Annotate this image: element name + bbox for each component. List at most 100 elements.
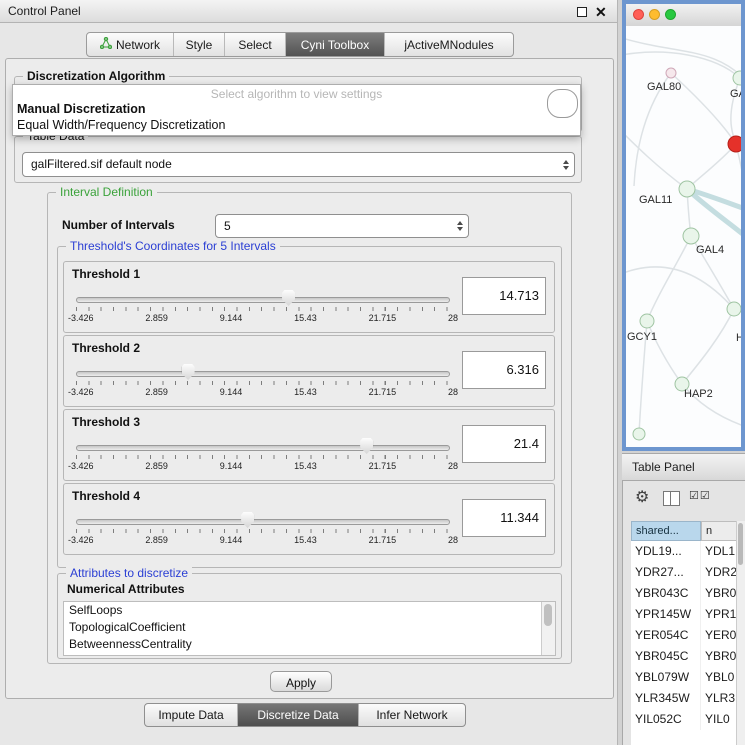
scale-label: 21.715 bbox=[369, 387, 397, 397]
slider-track[interactable] bbox=[76, 297, 450, 303]
slider-track[interactable] bbox=[76, 519, 450, 525]
table-row[interactable]: YER054CYER0 bbox=[631, 625, 745, 646]
network-node[interactable] bbox=[727, 302, 741, 316]
columns-icon[interactable] bbox=[663, 491, 680, 506]
tab-discretize-data[interactable]: Discretize Data bbox=[237, 704, 358, 726]
cell[interactable]: YDL19... bbox=[631, 541, 701, 562]
network-node[interactable] bbox=[640, 314, 654, 328]
tab-cyni-toolbox[interactable]: Cyni Toolbox bbox=[285, 33, 384, 56]
tab-select-label: Select bbox=[238, 38, 271, 52]
cell[interactable]: YBR045C bbox=[631, 646, 701, 667]
screen: Control Panel ✕ Network Style Select Cyn… bbox=[0, 0, 745, 745]
cell[interactable]: YPR145W bbox=[631, 604, 701, 625]
checkbox-icon[interactable]: ☑☑ bbox=[689, 489, 711, 502]
window-title: Control Panel bbox=[8, 0, 81, 22]
num-intervals-value: 5 bbox=[224, 215, 231, 237]
slider-track[interactable] bbox=[76, 371, 450, 377]
slider-ticks bbox=[76, 381, 448, 385]
gear-icon[interactable]: ⚙ bbox=[635, 487, 649, 507]
threshold-2-slider[interactable]: -3.426 2.859 9.144 15.43 21.715 28 bbox=[76, 364, 448, 400]
threshold-3-label: Threshold 3 bbox=[72, 415, 140, 429]
table-row[interactable]: YPR145WYPR1 bbox=[631, 604, 745, 625]
list-item[interactable]: SelfLoops bbox=[64, 602, 555, 619]
scale-label: 15.43 bbox=[294, 387, 317, 397]
minimize-traffic-light-icon[interactable] bbox=[649, 9, 660, 20]
network-window-titlebar[interactable] bbox=[626, 4, 741, 27]
node-label: GAL4 bbox=[696, 244, 724, 256]
scale-label: 28 bbox=[448, 461, 458, 471]
slider-scale: -3.426 2.859 9.144 15.43 21.715 28 bbox=[68, 535, 458, 545]
scrollbar-thumb[interactable] bbox=[544, 604, 552, 626]
network-node[interactable] bbox=[679, 181, 695, 197]
list-item[interactable]: TopologicalCoefficient bbox=[64, 619, 555, 636]
network-node[interactable] bbox=[633, 428, 645, 440]
table-row[interactable]: YBR045CYBR0 bbox=[631, 646, 745, 667]
slider-ticks bbox=[76, 307, 448, 311]
threshold-4-panel: Threshold 4 -3.426 2.859 9.144 15.43 21.… bbox=[63, 483, 555, 555]
table-data-value: galFiltered.sif default node bbox=[31, 153, 172, 176]
slider-scale: -3.426 2.859 9.144 15.43 21.715 28 bbox=[68, 461, 458, 471]
tab-jactivemnodules[interactable]: jActiveMNodules bbox=[384, 33, 513, 56]
network-canvas[interactable]: GAL80 GA GAL11 GAL4 GCY1 H HAP2 bbox=[626, 26, 741, 447]
node-label: GAL80 bbox=[647, 81, 681, 93]
scale-label: -3.426 bbox=[68, 313, 94, 323]
num-intervals-combobox[interactable]: 5 bbox=[215, 214, 469, 238]
control-panel-titlebar[interactable]: Control Panel ✕ bbox=[0, 0, 617, 23]
network-node[interactable] bbox=[666, 68, 676, 78]
slider-thumb[interactable] bbox=[360, 438, 373, 454]
cell[interactable]: YER054C bbox=[631, 625, 701, 646]
table-row[interactable]: YBR043CYBR0 bbox=[631, 583, 745, 604]
close-traffic-light-icon[interactable] bbox=[633, 9, 644, 20]
cell[interactable]: YBL079W bbox=[631, 667, 701, 688]
top-tab-bar: Network Style Select Cyni Toolbox jActiv… bbox=[86, 32, 514, 57]
scale-label: -3.426 bbox=[68, 387, 94, 397]
column-header-shared-name[interactable]: shared... bbox=[631, 521, 701, 541]
table-scrollbar[interactable] bbox=[736, 521, 745, 745]
tab-network[interactable]: Network bbox=[87, 33, 173, 56]
dropdown-item-equal-width-frequency[interactable]: Equal Width/Frequency Discretization bbox=[17, 118, 225, 132]
threshold-1-value[interactable]: 14.713 bbox=[462, 277, 546, 315]
cell[interactable]: YBR043C bbox=[631, 583, 701, 604]
scrollbar-thumb[interactable] bbox=[738, 523, 743, 565]
threshold-1-label: Threshold 1 bbox=[72, 267, 140, 281]
interval-definition-title: Interval Definition bbox=[56, 185, 157, 200]
slider-track[interactable] bbox=[76, 445, 450, 451]
close-icon[interactable]: ✕ bbox=[595, 2, 607, 22]
list-item[interactable]: BetweennessCentrality bbox=[64, 636, 555, 653]
table-panel-header[interactable]: Table Panel bbox=[622, 453, 745, 481]
table-data-combobox[interactable]: galFiltered.sif default node bbox=[22, 152, 575, 177]
stepper-icon[interactable] bbox=[563, 160, 569, 170]
numerical-attributes-list[interactable]: SelfLoops TopologicalCoefficient Between… bbox=[63, 601, 556, 656]
table-row[interactable]: YBL079WYBL0 bbox=[631, 667, 745, 688]
tab-style[interactable]: Style bbox=[173, 33, 224, 56]
tab-select[interactable]: Select bbox=[224, 33, 285, 56]
algorithm-group-title: Discretization Algorithm bbox=[23, 69, 169, 84]
dropdown-item-manual-discretization[interactable]: Manual Discretization bbox=[17, 102, 146, 116]
tab-infer-network[interactable]: Infer Network bbox=[358, 704, 465, 726]
zoom-traffic-light-icon[interactable] bbox=[665, 9, 676, 20]
table-row[interactable]: YDL19...YDL1 bbox=[631, 541, 745, 562]
cell[interactable]: YLR345W bbox=[631, 688, 701, 709]
slider-thumb[interactable] bbox=[282, 290, 295, 306]
list-scrollbar[interactable] bbox=[541, 602, 555, 655]
threshold-4-slider[interactable]: -3.426 2.859 9.144 15.43 21.715 28 bbox=[76, 512, 448, 548]
threshold-3-value[interactable]: 21.4 bbox=[462, 425, 546, 463]
tab-impute-data[interactable]: Impute Data bbox=[145, 704, 237, 726]
table-row[interactable]: YLR345WYLR3 bbox=[631, 688, 745, 709]
table-row[interactable]: YIL052CYIL0 bbox=[631, 709, 745, 730]
slider-thumb[interactable] bbox=[182, 364, 195, 380]
minimize-icon[interactable] bbox=[577, 7, 587, 17]
cell[interactable]: YIL052C bbox=[631, 709, 701, 730]
network-node[interactable] bbox=[683, 228, 699, 244]
apply-button[interactable]: Apply bbox=[270, 671, 332, 692]
network-node-selected[interactable] bbox=[728, 136, 741, 152]
slider-thumb[interactable] bbox=[241, 512, 254, 528]
algorithm-combobox-edge[interactable] bbox=[547, 89, 578, 118]
stepper-icon[interactable] bbox=[457, 221, 463, 231]
table-row[interactable]: YDR27...YDR2 bbox=[631, 562, 745, 583]
threshold-4-value[interactable]: 11.344 bbox=[462, 499, 546, 537]
threshold-1-slider[interactable]: -3.426 2.859 9.144 15.43 21.715 28 bbox=[76, 290, 448, 326]
threshold-3-slider[interactable]: -3.426 2.859 9.144 15.43 21.715 28 bbox=[76, 438, 448, 474]
threshold-2-value[interactable]: 6.316 bbox=[462, 351, 546, 389]
cell[interactable]: YDR27... bbox=[631, 562, 701, 583]
